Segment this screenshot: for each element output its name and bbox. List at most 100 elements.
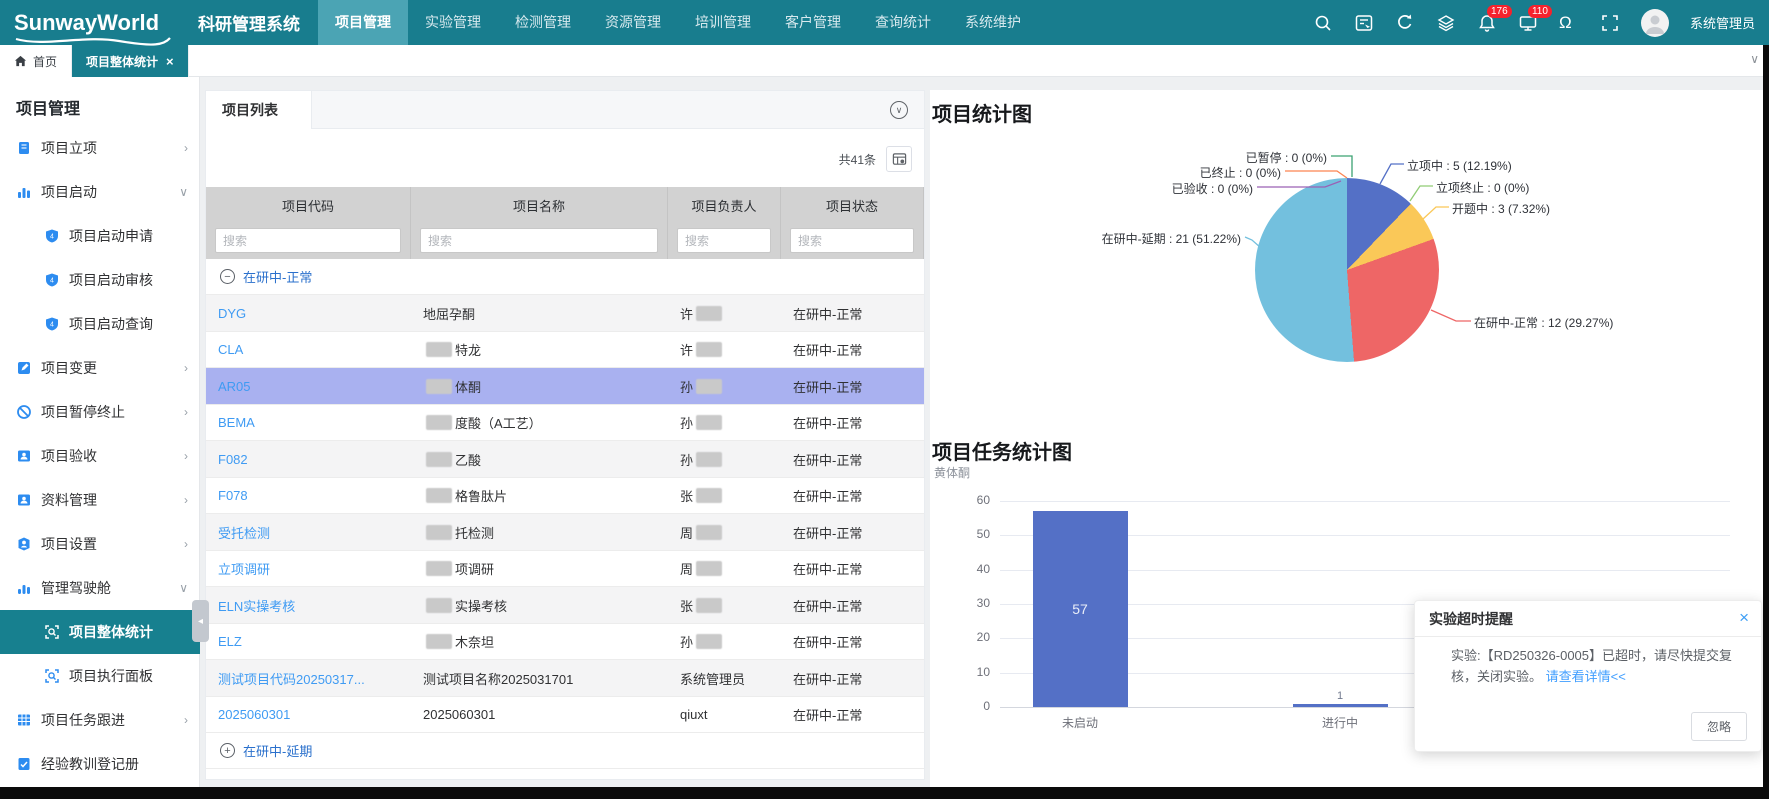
nav-item-6[interactable]: 客户管理 xyxy=(768,0,858,45)
table-row[interactable]: ELN实操考核实操考核张在研中-正常 xyxy=(206,587,924,624)
search-input-4[interactable] xyxy=(790,228,914,253)
project-status-cell: 在研中-正常 xyxy=(781,478,924,515)
search-input-3[interactable] xyxy=(677,228,771,253)
project-code-link[interactable]: 立项调研 xyxy=(218,559,270,578)
column-header-1[interactable]: 项目代码 xyxy=(206,187,411,223)
sidebar-item-10[interactable]: 项目设置› xyxy=(0,522,200,566)
close-tab-icon[interactable]: × xyxy=(166,54,174,69)
svg-text:4: 4 xyxy=(50,234,54,241)
sidebar-item-3[interactable]: 4项目启动申请 xyxy=(0,214,200,258)
sidebar-item-1[interactable]: 项目立项› xyxy=(0,126,200,170)
collapse-group-icon[interactable]: − xyxy=(220,269,235,284)
column-settings-icon[interactable] xyxy=(886,146,912,172)
project-code-link[interactable]: CLA xyxy=(218,342,243,357)
project-code-cell[interactable]: ELZ xyxy=(206,624,411,661)
project-code-cell[interactable]: 测试项目代码20250317... xyxy=(206,660,411,697)
project-code-link[interactable]: F082 xyxy=(218,452,248,467)
layers-icon[interactable] xyxy=(1436,13,1456,33)
expand-group-icon[interactable]: + xyxy=(220,743,235,758)
sidebar-item-8[interactable]: 项目验收› xyxy=(0,434,200,478)
project-code-link[interactable]: 测试项目代码20250317... xyxy=(218,669,365,688)
fullscreen-icon[interactable] xyxy=(1600,13,1620,33)
search-icon[interactable] xyxy=(1313,13,1333,33)
sidebar-item-14[interactable]: 项目任务跟进› xyxy=(0,698,200,742)
user-name[interactable]: 系统管理员 xyxy=(1690,13,1755,32)
project-code-cell[interactable]: DYG xyxy=(206,295,411,332)
nav-item-3[interactable]: 检测管理 xyxy=(498,0,588,45)
project-code-cell[interactable]: 立项调研 xyxy=(206,551,411,588)
table-row[interactable]: 测试项目代码20250317...测试项目名称2025031701系统管理员在研… xyxy=(206,660,924,697)
sidebar-item-5[interactable]: 4项目启动查询 xyxy=(0,302,200,346)
monitor-icon[interactable]: 110 xyxy=(1518,13,1538,33)
project-code-cell[interactable]: CLA xyxy=(206,332,411,369)
search-input-2[interactable] xyxy=(420,228,658,253)
project-code-cell[interactable]: 受托检测 xyxy=(206,514,411,551)
panel-title[interactable]: 项目列表 xyxy=(206,91,312,129)
group-label[interactable]: 在研中-延期 xyxy=(243,741,312,760)
nav-item-2[interactable]: 实验管理 xyxy=(408,0,498,45)
badge-icon: 4 xyxy=(44,316,60,332)
close-icon[interactable]: × xyxy=(1739,609,1749,626)
table-row[interactable]: F082乙酸孙在研中-正常 xyxy=(206,441,924,478)
sidebar-item-6[interactable]: 项目变更› xyxy=(0,346,200,390)
project-code-cell[interactable]: BEMA xyxy=(206,405,411,442)
project-code-link[interactable]: ELN实操考核 xyxy=(218,596,295,615)
table-row[interactable]: BEMA度酸（A工艺）孙在研中-正常 xyxy=(206,405,924,442)
refresh-icon[interactable] xyxy=(1395,13,1415,33)
tab-home[interactable]: 首页 xyxy=(0,45,72,77)
panel-collapse-icon[interactable]: ∨ xyxy=(890,101,908,119)
sidebar-item-4[interactable]: 4项目启动审核 xyxy=(0,258,200,302)
view-details-link[interactable]: 请查看详情<< xyxy=(1546,669,1626,684)
omega-icon[interactable]: Ω xyxy=(1559,13,1579,33)
project-code-link[interactable]: 受托检测 xyxy=(218,523,270,542)
group-row-in-progress-normal[interactable]: − 在研中-正常 xyxy=(206,259,924,295)
sidebar-item-13[interactable]: 项目执行面板 xyxy=(0,654,200,698)
project-code-link[interactable]: AR05 xyxy=(218,379,251,394)
project-code-cell[interactable]: ELN实操考核 xyxy=(206,587,411,624)
sidebar-item-15[interactable]: 经验教训登记册 xyxy=(0,742,200,786)
project-code-cell[interactable]: F078 xyxy=(206,478,411,515)
bell-icon[interactable]: 176 xyxy=(1477,13,1497,33)
app-logo[interactable]: SunwayWorld xyxy=(14,10,172,36)
chevron-down-icon[interactable]: ∨ xyxy=(1750,52,1759,66)
group-row-in-progress-delayed[interactable]: + 在研中-延期 xyxy=(206,733,924,769)
table-row[interactable]: AR05体酮孙在研中-正常 xyxy=(206,368,924,405)
nav-item-5[interactable]: 培训管理 xyxy=(678,0,768,45)
table-row[interactable]: 20250603012025060301qiuxt在研中-正常 xyxy=(206,697,924,734)
nav-item-7[interactable]: 查询统计 xyxy=(858,0,948,45)
column-header-2[interactable]: 项目名称 xyxy=(411,187,668,223)
project-code-link[interactable]: DYG xyxy=(218,306,246,321)
table-row[interactable]: 受托检测托检测周在研中-正常 xyxy=(206,514,924,551)
sidebar-item-11[interactable]: 管理驾驶舱∨ xyxy=(0,566,200,610)
ignore-button[interactable]: 忽略 xyxy=(1691,712,1747,741)
table-row[interactable]: ELZ木奈坦孙在研中-正常 xyxy=(206,624,924,661)
nav-item-1[interactable]: 项目管理 xyxy=(318,0,408,45)
column-header-3[interactable]: 项目负责人 xyxy=(668,187,781,223)
table-row[interactable]: 立项调研项调研周在研中-正常 xyxy=(206,551,924,588)
form-entry-icon[interactable] xyxy=(1354,13,1374,33)
avatar[interactable] xyxy=(1641,9,1669,37)
table-row[interactable]: CLA特龙许在研中-正常 xyxy=(206,332,924,369)
sidebar-item-9[interactable]: 资料管理› xyxy=(0,478,200,522)
tab-project-overall-stats[interactable]: 项目整体统计 × xyxy=(72,45,189,77)
card-icon xyxy=(16,492,32,508)
sidebar-collapse-handle[interactable]: ◂ xyxy=(192,600,209,642)
sidebar-item-7[interactable]: 项目暂停终止› xyxy=(0,390,200,434)
project-code-cell[interactable]: AR05 xyxy=(206,368,411,405)
nav-item-4[interactable]: 资源管理 xyxy=(588,0,678,45)
table-row[interactable]: F078格鲁肽片张在研中-正常 xyxy=(206,478,924,515)
table-body: DYG地屈孕酮许在研中-正常CLA特龙许在研中-正常AR05体酮孙在研中-正常B… xyxy=(206,295,924,733)
project-code-link[interactable]: F078 xyxy=(218,488,248,503)
project-code-link[interactable]: ELZ xyxy=(218,634,242,649)
sidebar-item-12[interactable]: 项目整体统计 xyxy=(0,610,200,654)
sidebar-item-2[interactable]: 项目启动∨ xyxy=(0,170,200,214)
nav-item-8[interactable]: 系统维护 xyxy=(948,0,1038,45)
search-input-1[interactable] xyxy=(215,228,401,253)
project-code-link[interactable]: BEMA xyxy=(218,415,255,430)
project-code-cell[interactable]: 2025060301 xyxy=(206,697,411,734)
project-code-cell[interactable]: F082 xyxy=(206,441,411,478)
table-row[interactable]: DYG地屈孕酮许在研中-正常 xyxy=(206,295,924,332)
group-label[interactable]: 在研中-正常 xyxy=(243,267,312,286)
column-header-4[interactable]: 项目状态 xyxy=(781,187,924,223)
project-code-link[interactable]: 2025060301 xyxy=(218,707,290,722)
